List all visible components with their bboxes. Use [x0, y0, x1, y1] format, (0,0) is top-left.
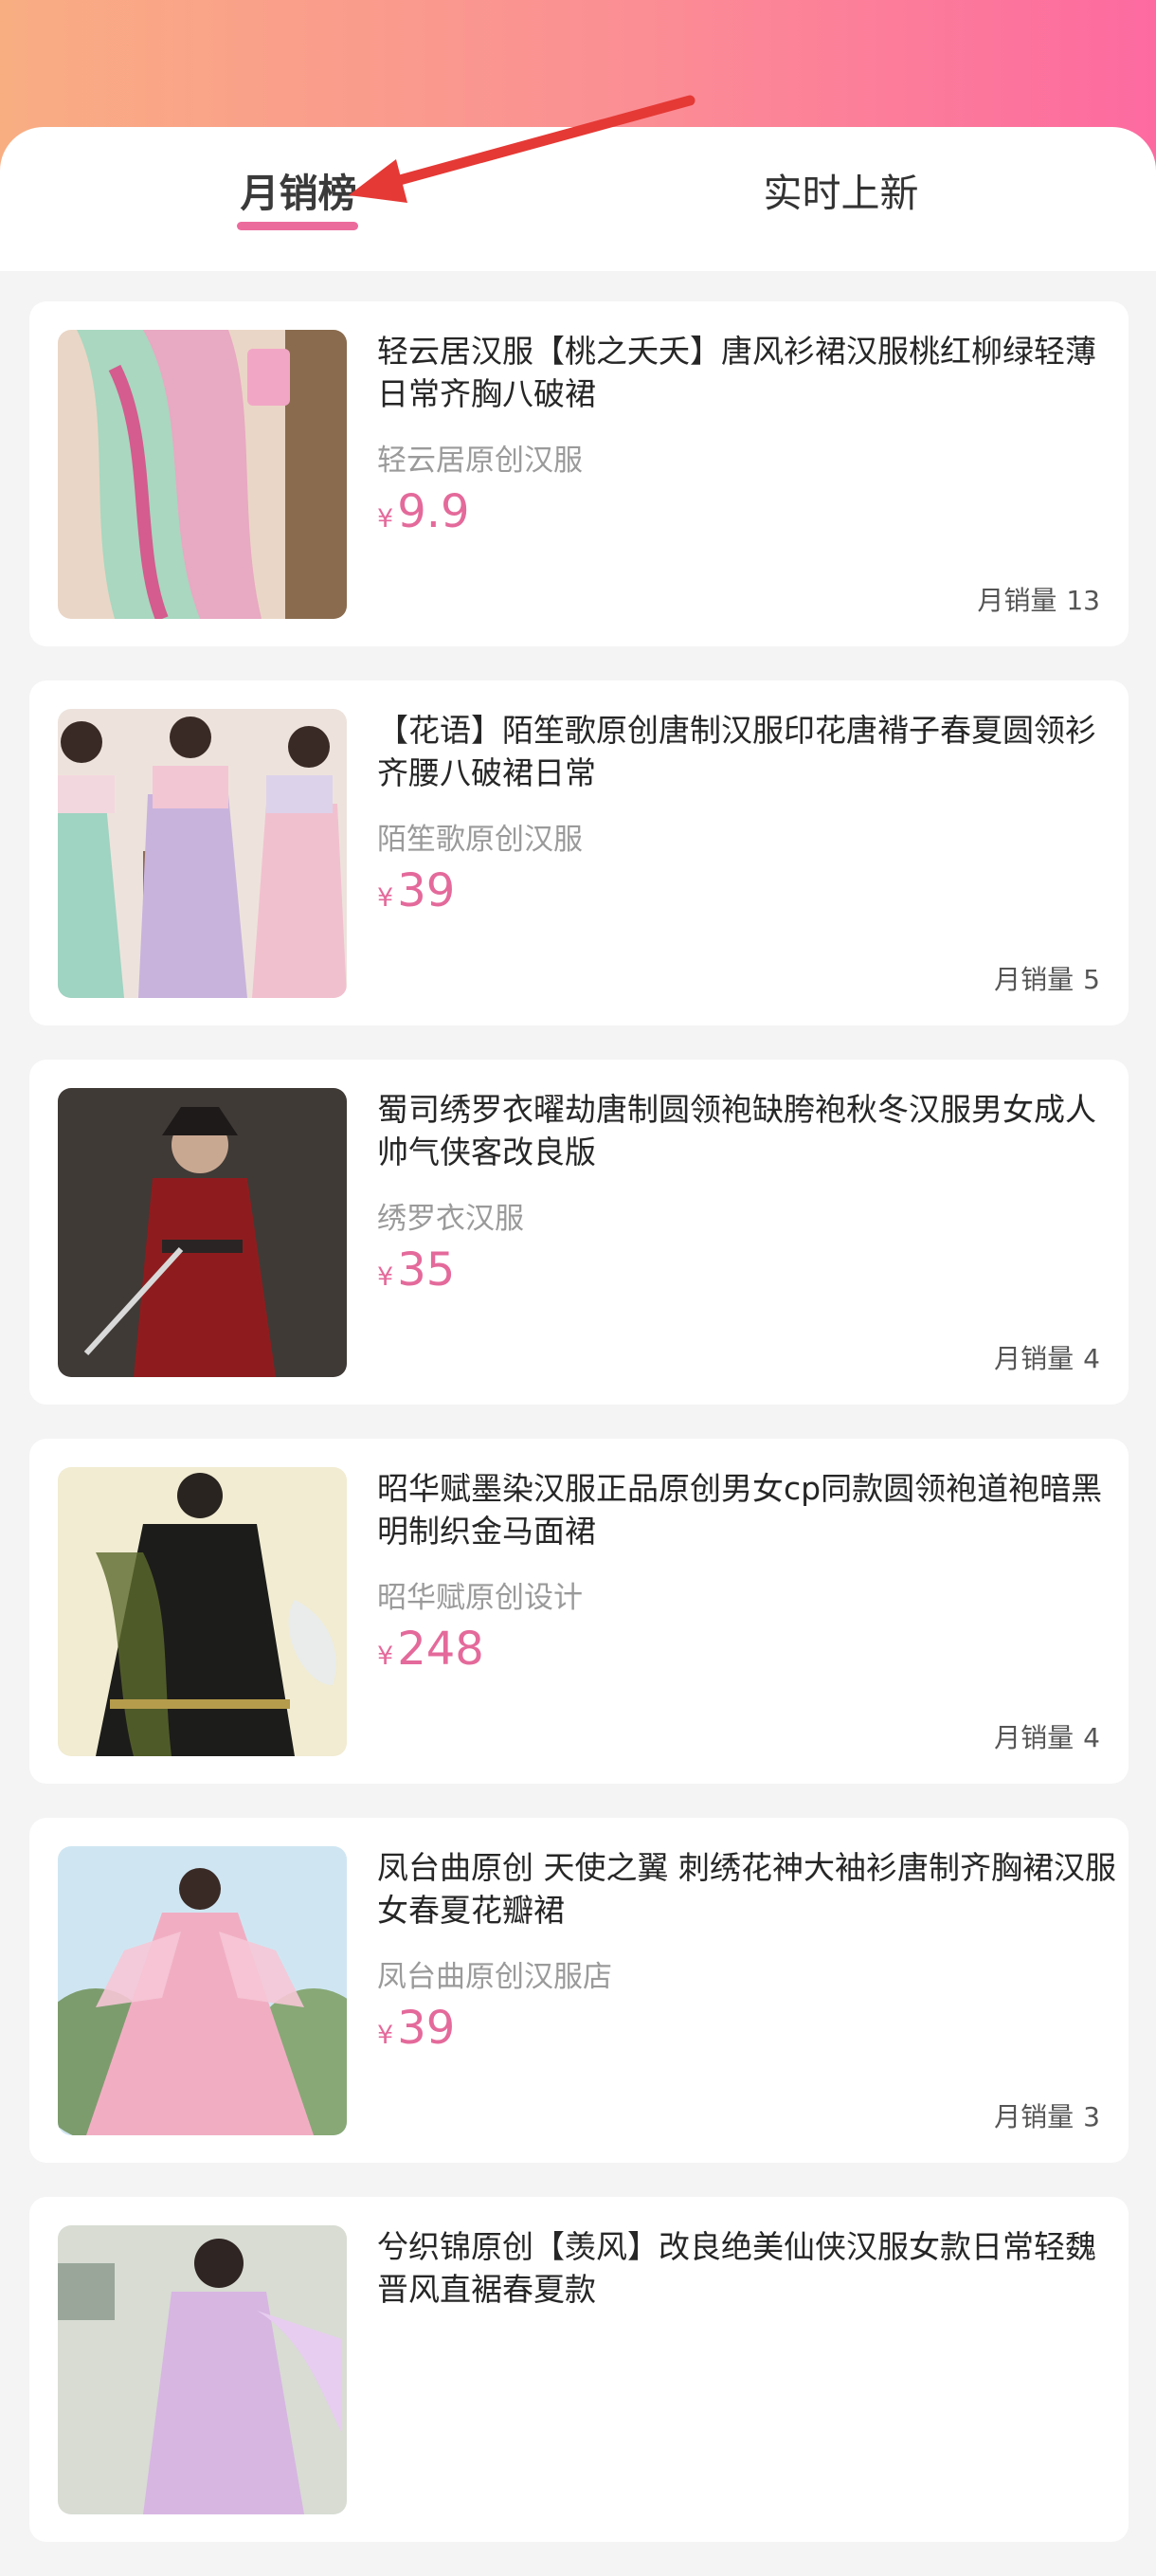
product-title[interactable]: 【花语】陌笙歌原创唐制汉服印花唐褙子春夏圆领衫齐腰八破裙日常 — [377, 709, 1126, 794]
price-value: 39 — [397, 864, 456, 917]
product-list: 轻云居汉服【桃之夭夭】唐风衫裙汉服桃红柳绿轻薄日常齐胸八破裙 轻云居原创汉服 ¥… — [29, 301, 1129, 2576]
sales-value: 4 — [1083, 1722, 1100, 1753]
product-price: ¥248 — [377, 1621, 484, 1688]
active-tab-indicator — [237, 222, 358, 230]
currency-symbol: ¥ — [377, 504, 394, 534]
product-card[interactable]: 凤台曲原创 天使之翼 刺绣花神大袖衫唐制齐胸裙汉服女春夏花瓣裙 凤台曲原创汉服店… — [29, 1818, 1129, 2163]
product-card[interactable]: 轻云居汉服【桃之夭夭】唐风衫裙汉服桃红柳绿轻薄日常齐胸八破裙 轻云居原创汉服 ¥… — [29, 301, 1129, 646]
product-card[interactable]: 兮织锦原创【羡风】改良绝美仙侠汉服女款日常轻魏晋风直裾春夏款 — [29, 2197, 1129, 2542]
sales-label: 月销量 — [994, 1343, 1075, 1374]
currency-symbol: ¥ — [377, 1642, 394, 1671]
product-card[interactable]: 蜀司绣罗衣曜劫唐制圆领袍缺胯袍秋冬汉服男女成人帅气侠客改良版 绣罗衣汉服 ¥35… — [29, 1060, 1129, 1405]
price-value: 248 — [397, 1623, 484, 1676]
product-price: ¥39 — [377, 862, 455, 930]
price-value: 9.9 — [397, 485, 470, 538]
product-title[interactable]: 凤台曲原创 天使之翼 刺绣花神大袖衫唐制齐胸裙汉服女春夏花瓣裙 — [377, 1846, 1126, 1932]
product-price: ¥35 — [377, 1242, 455, 1309]
product-photo-icon[interactable] — [58, 1088, 347, 1377]
product-price: ¥9.9 — [377, 483, 470, 551]
shop-name[interactable]: 轻云居原创汉服 — [377, 442, 583, 480]
product-card[interactable]: 【花语】陌笙歌原创唐制汉服印花唐褙子春夏圆领衫齐腰八破裙日常 陌笙歌原创汉服 ¥… — [29, 680, 1129, 1025]
sales-value: 5 — [1083, 964, 1100, 995]
product-card[interactable]: 昭华赋墨染汉服正品原创男女cp同款圆领袍道袍暗黑明制织金马面裙 昭华赋原创设计 … — [29, 1439, 1129, 1784]
tab-new-arrivals[interactable]: 实时上新 — [730, 165, 952, 241]
monthly-sales: 月销量 13 — [977, 582, 1100, 620]
sales-value: 4 — [1083, 1343, 1100, 1374]
product-price: ¥39 — [377, 2000, 455, 2067]
currency-symbol: ¥ — [377, 883, 394, 913]
monthly-sales: 月销量 4 — [994, 1340, 1100, 1378]
product-photo-icon[interactable] — [58, 330, 347, 619]
currency-symbol: ¥ — [377, 2021, 394, 2050]
price-value: 35 — [397, 1243, 456, 1297]
monthly-sales: 月销量 3 — [994, 2098, 1100, 2136]
shop-name[interactable]: 凤台曲原创汉服店 — [377, 1958, 612, 1996]
tab-bar: 月销榜 实时上新 — [0, 127, 1156, 271]
product-photo-icon[interactable] — [58, 709, 347, 998]
product-title[interactable]: 昭华赋墨染汉服正品原创男女cp同款圆领袍道袍暗黑明制织金马面裙 — [377, 1467, 1126, 1552]
product-title[interactable]: 蜀司绣罗衣曜劫唐制圆领袍缺胯袍秋冬汉服男女成人帅气侠客改良版 — [377, 1088, 1126, 1173]
product-photo-icon[interactable] — [58, 1467, 347, 1756]
sales-label: 月销量 — [977, 585, 1057, 616]
price-value: 39 — [397, 2002, 456, 2055]
sales-label: 月销量 — [994, 2101, 1075, 2132]
product-title[interactable]: 兮织锦原创【羡风】改良绝美仙侠汉服女款日常轻魏晋风直裾春夏款 — [377, 2225, 1126, 2311]
monthly-sales: 月销量 4 — [994, 1719, 1100, 1757]
sales-value: 3 — [1083, 2101, 1100, 2132]
shop-name[interactable]: 绣罗衣汉服 — [377, 1200, 524, 1238]
sales-value: 13 — [1066, 585, 1100, 616]
sales-label: 月销量 — [994, 1722, 1075, 1753]
product-photo-icon[interactable] — [58, 1846, 347, 2135]
monthly-sales: 月销量 5 — [994, 961, 1100, 999]
sales-label: 月销量 — [994, 964, 1075, 995]
shop-name[interactable]: 昭华赋原创设计 — [377, 1579, 583, 1617]
currency-symbol: ¥ — [377, 1262, 394, 1292]
shop-name[interactable]: 陌笙歌原创汉服 — [377, 821, 583, 859]
product-title[interactable]: 轻云居汉服【桃之夭夭】唐风衫裙汉服桃红柳绿轻薄日常齐胸八破裙 — [377, 330, 1126, 415]
product-photo-icon[interactable] — [58, 2225, 347, 2514]
